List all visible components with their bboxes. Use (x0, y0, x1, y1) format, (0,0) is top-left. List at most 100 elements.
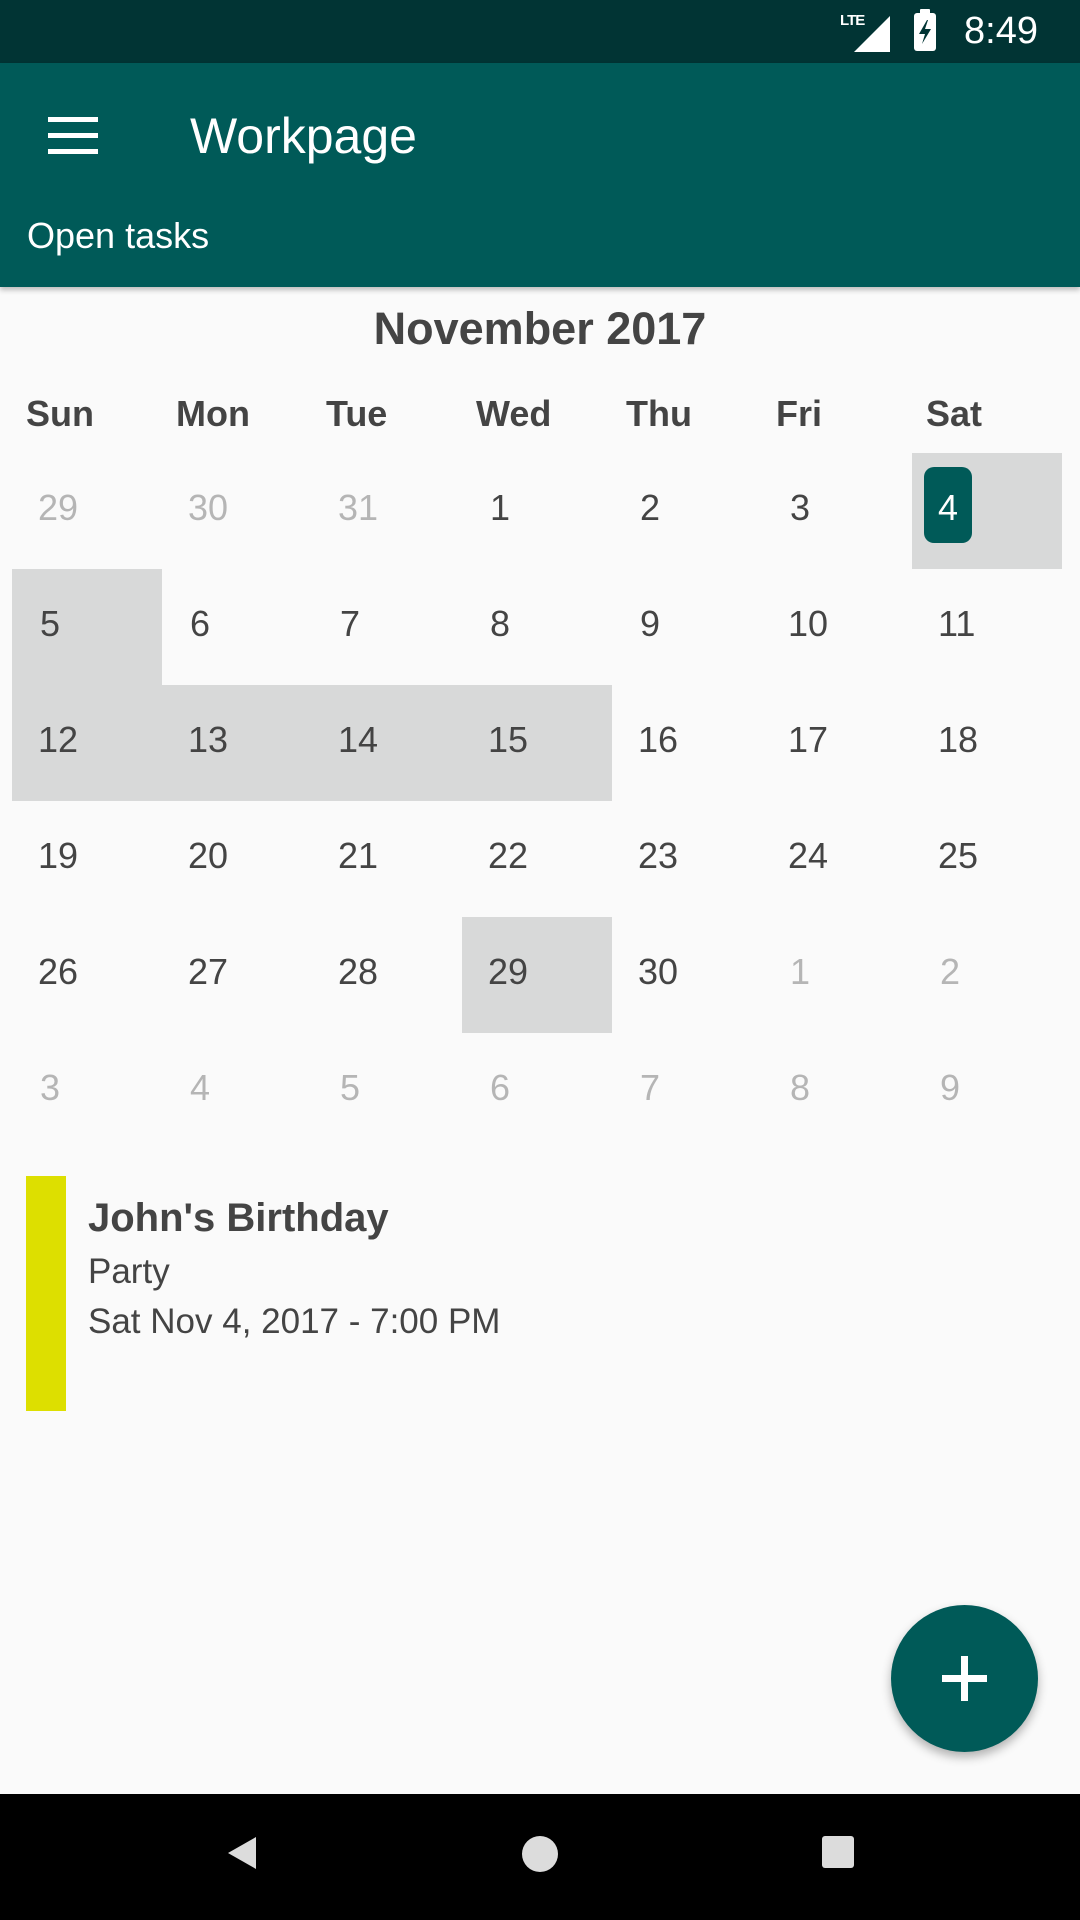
calendar-day[interactable]: 5 (312, 1033, 462, 1149)
day-number: 1 (490, 487, 511, 528)
calendar-day[interactable]: 6 (462, 1033, 612, 1149)
calendar-day[interactable]: 3 (762, 453, 912, 569)
event-color-bar (26, 1176, 66, 1411)
battery-charging-icon (914, 8, 937, 51)
weekday-header: Sun Mon Tue Wed Thu Fri Sat (12, 393, 1062, 441)
day-number: 15 (488, 719, 529, 760)
event-item[interactable]: John's Birthday Party Sat Nov 4, 2017 - … (26, 1176, 1046, 1411)
weekday-label: Sun (26, 393, 94, 434)
day-number: 31 (338, 487, 379, 528)
day-number: 12 (38, 719, 79, 760)
weekday-label: Mon (176, 393, 250, 434)
day-number: 8 (790, 1067, 811, 1108)
add-event-button[interactable] (891, 1605, 1038, 1752)
day-number: 25 (938, 835, 979, 876)
plus-icon (942, 1656, 987, 1701)
day-number: 4 (938, 487, 959, 528)
recents-icon[interactable] (822, 1836, 854, 1868)
app-bar: Workpage Open tasks (0, 63, 1080, 287)
event-title: John's Birthday (88, 1196, 389, 1240)
calendar-day[interactable]: 7 (612, 1033, 762, 1149)
calendar-day[interactable]: 1 (462, 453, 612, 569)
day-number: 5 (40, 603, 61, 644)
calendar-day[interactable]: 12 (12, 685, 162, 801)
calendar-day[interactable]: 29 (462, 917, 612, 1033)
calendar-day[interactable]: 2 (612, 453, 762, 569)
calendar-grid: 29 30 31 1 2 3 4 5 6 7 8 9 10 11 12 13 14 15 16 17 18 19 20 21 2… (12, 453, 1062, 1149)
calendar-day[interactable]: 5 (12, 569, 162, 685)
calendar-day[interactable]: 30 (612, 917, 762, 1033)
calendar-day[interactable]: 8 (762, 1033, 912, 1149)
home-icon[interactable] (522, 1836, 558, 1872)
day-number: 30 (638, 951, 679, 992)
calendar-day[interactable]: 3 (12, 1033, 162, 1149)
weekday-label: Thu (626, 393, 692, 434)
day-number: 2 (940, 951, 961, 992)
day-number: 23 (638, 835, 679, 876)
weekday-label: Fri (776, 393, 823, 434)
day-number: 26 (38, 951, 79, 992)
calendar-day[interactable]: 30 (162, 453, 312, 569)
day-number: 13 (188, 719, 229, 760)
calendar-day[interactable]: 20 (162, 801, 312, 917)
day-number: 28 (338, 951, 379, 992)
calendar-day[interactable]: 6 (162, 569, 312, 685)
day-number: 21 (338, 835, 379, 876)
weekday-label: Sat (926, 393, 983, 434)
calendar-day[interactable]: 18 (912, 685, 1062, 801)
calendar-day[interactable]: 22 (462, 801, 612, 917)
screen: LTE 8:49 Workpage Open tasks November 20… (0, 0, 1080, 1920)
day-number: 20 (188, 835, 229, 876)
day-number: 7 (340, 603, 361, 644)
app-title: Workpage (190, 108, 417, 164)
calendar-day[interactable]: 31 (312, 453, 462, 569)
day-number: 29 (488, 951, 529, 992)
calendar-day[interactable]: 2 (912, 917, 1062, 1033)
calendar-day[interactable]: 24 (762, 801, 912, 917)
day-number: 14 (338, 719, 379, 760)
day-number: 3 (40, 1067, 61, 1108)
day-number: 16 (638, 719, 679, 760)
calendar-day[interactable]: 23 (612, 801, 762, 917)
calendar-day[interactable]: 4 (162, 1033, 312, 1149)
day-number: 9 (640, 603, 661, 644)
calendar-day[interactable]: 21 (312, 801, 462, 917)
calendar-day[interactable]: 17 (762, 685, 912, 801)
day-number: 3 (790, 487, 811, 528)
calendar-day[interactable]: 28 (312, 917, 462, 1033)
day-number: 7 (640, 1067, 661, 1108)
app-subtitle: Open tasks (27, 215, 210, 256)
day-number: 8 (490, 603, 511, 644)
status-bar: LTE 8:49 (0, 0, 1080, 63)
calendar-day[interactable]: 15 (462, 685, 612, 801)
calendar-day[interactable]: 9 (912, 1033, 1062, 1149)
month-title: November 2017 (373, 303, 707, 354)
day-number: 17 (788, 719, 829, 760)
back-icon[interactable] (226, 1835, 258, 1876)
signal-icon: LTE (840, 12, 891, 52)
day-number: 27 (188, 951, 229, 992)
calendar-day[interactable]: 7 (312, 569, 462, 685)
day-number: 5 (340, 1067, 361, 1108)
calendar-day[interactable]: 19 (12, 801, 162, 917)
day-number: 1 (790, 951, 811, 992)
navigation-bar (0, 1794, 1080, 1920)
calendar-day[interactable]: 10 (762, 569, 912, 685)
weekday-label: Wed (476, 393, 552, 434)
calendar-day[interactable]: 4 (912, 453, 1062, 569)
day-number: 9 (940, 1067, 961, 1108)
calendar-day[interactable]: 8 (462, 569, 612, 685)
calendar-day[interactable]: 25 (912, 801, 1062, 917)
calendar-day[interactable]: 13 (162, 685, 312, 801)
menu-icon[interactable] (38, 109, 108, 163)
calendar-day[interactable]: 9 (612, 569, 762, 685)
calendar-day[interactable]: 27 (162, 917, 312, 1033)
calendar-day[interactable]: 26 (12, 917, 162, 1033)
day-number: 29 (38, 487, 79, 528)
calendar-day[interactable]: 14 (312, 685, 462, 801)
calendar-day[interactable]: 1 (762, 917, 912, 1033)
day-number: 6 (190, 603, 211, 644)
calendar-day[interactable]: 29 (12, 453, 162, 569)
calendar-day[interactable]: 11 (912, 569, 1062, 685)
calendar-day[interactable]: 16 (612, 685, 762, 801)
